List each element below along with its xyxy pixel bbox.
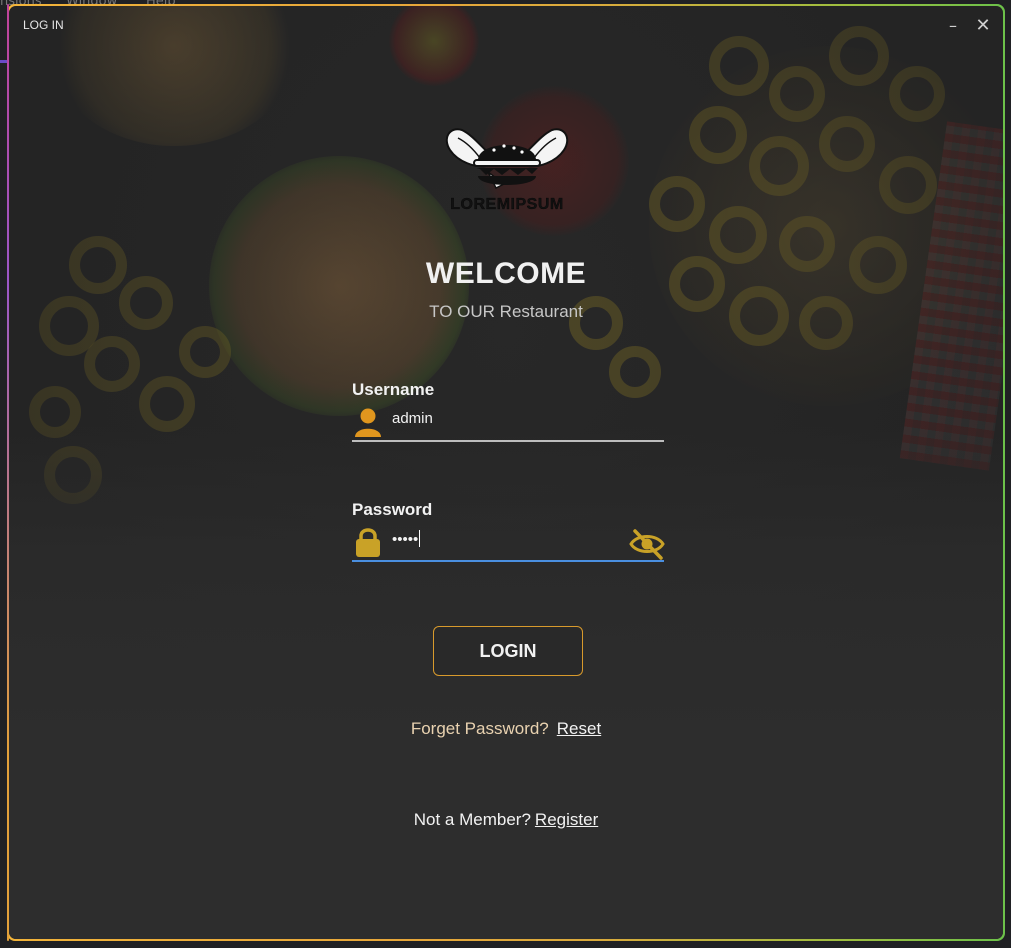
text-caret [419, 530, 421, 547]
logo-text: LOREMIPSUM [450, 196, 564, 213]
password-input[interactable]: ••••• [392, 530, 421, 548]
burger-logo-icon [445, 128, 569, 190]
password-label: Password [352, 500, 433, 519]
forgot-password-row: Forget Password? Reset [9, 719, 1003, 739]
password-masked-value: ••••• [392, 531, 419, 548]
register-row: Not a Member? Register [9, 810, 1003, 830]
login-window: LOG IN – ✕ LOREMIPSUM WELCOME TO OUR Res… [7, 4, 1005, 941]
username-underline [352, 440, 664, 442]
restaurant-logo: LOREMIPSUM [432, 118, 582, 218]
username-label: Username [352, 380, 435, 399]
reset-link[interactable]: Reset [557, 719, 601, 738]
not-member-text: Not a Member? [413, 810, 531, 829]
user-icon [355, 408, 381, 437]
lock-icon [356, 528, 380, 557]
window-left-border [7, 4, 9, 941]
login-button[interactable]: LOGIN [433, 626, 583, 676]
username-input[interactable]: admin [392, 410, 433, 427]
register-link[interactable]: Register [535, 810, 598, 829]
eye-hidden-icon[interactable] [628, 527, 666, 561]
password-underline [352, 560, 664, 562]
login-form: LOREMIPSUM WELCOME TO OUR Restaurant Use… [9, 6, 1003, 939]
welcome-subtitle: TO OUR Restaurant [429, 302, 583, 321]
welcome-heading: WELCOME [425, 257, 587, 290]
forgot-password-text: Forget Password? [410, 719, 549, 738]
